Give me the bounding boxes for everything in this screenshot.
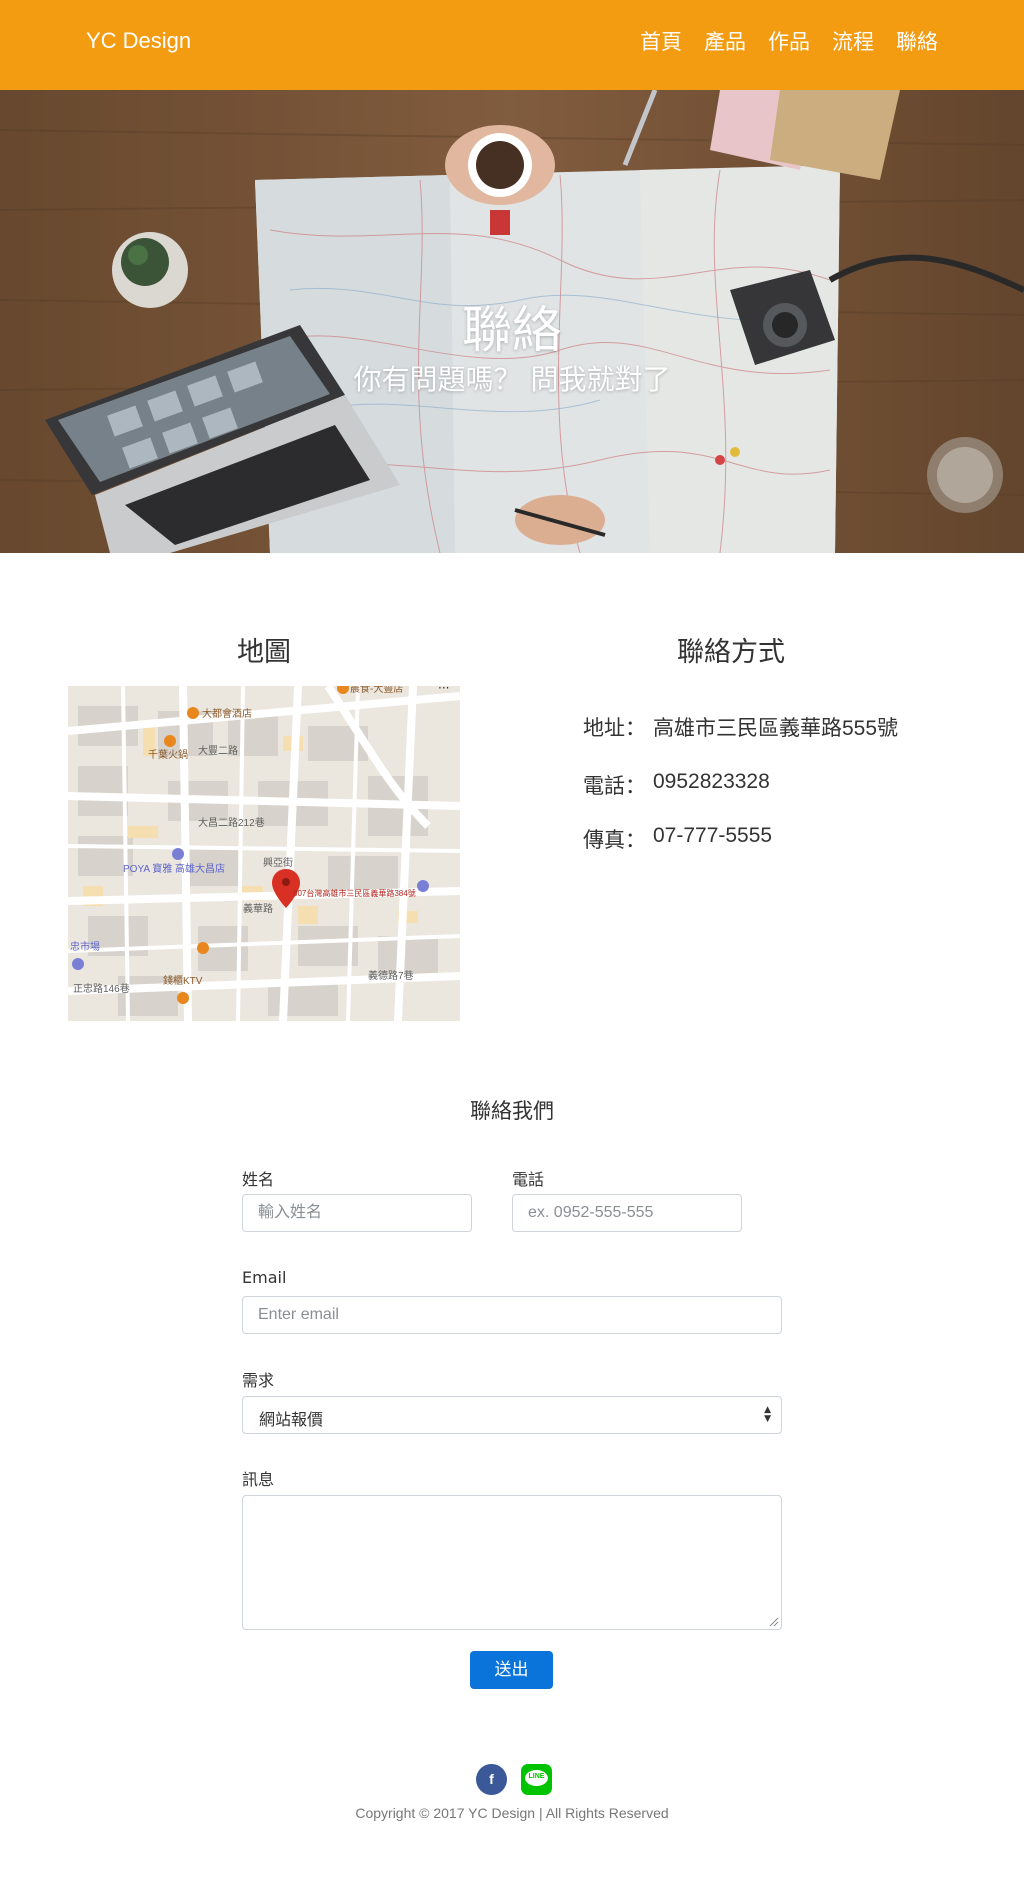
contact-address: 地址： 高雄市三民區義華路555號 [583,712,898,742]
google-map[interactable]: 大都會酒店 千葉火鍋 大豐二路 大昌二路212巷 POYA 寶雅 高雄大昌店 8… [68,686,460,1021]
map-label-address: 807台灣高雄市三民區義華路384號 [293,888,416,898]
map-label-yide: 義德路7巷 [368,969,414,982]
contact-address-value: 高雄市三民區義華路555號 [653,717,899,740]
phone-input[interactable] [512,1194,742,1232]
message-textarea[interactable] [242,1495,782,1630]
map-label-hotel: 大都會酒店 [202,707,252,720]
submit-button[interactable]: 送出 [470,1651,553,1689]
contact-address-key: 地址： [583,716,646,740]
map-section-title: 地圖 [237,637,291,668]
nav-link-home[interactable]: 首頁 [640,26,682,56]
map-canvas: 大都會酒店 千葉火鍋 大豐二路 大昌二路212巷 POYA 寶雅 高雄大昌店 8… [68,686,460,1021]
form-title: 聯絡我們 [470,1099,554,1123]
copyright: Copyright © 2017 YC Design | All Rights … [355,1805,669,1821]
email-label: Email [242,1268,287,1287]
need-select[interactable]: 網站報價 ▲ ▼ [242,1396,782,1434]
map-more-icon: ··· [438,686,449,695]
nav-link-process[interactable]: 流程 [832,26,874,56]
map-label-restaurant: 千葉火鍋 [148,748,188,761]
contact-phone: 電話： 0952823328 [583,770,770,800]
hero-title: 聯絡 [462,301,562,359]
map-label-ktv: 錢櫃KTV [163,974,203,987]
map-label-breakfast: 晨食-大豐店 [350,686,403,695]
map-label-zhengzhong: 正忠路146巷 [73,982,130,995]
map-label-lane: 大昌二路212巷 [198,816,265,829]
hero-banner: 聯絡 你有問題嗎？ 問我就對了 [0,90,1024,553]
resize-grip-icon[interactable] [769,1617,779,1627]
contact-phone-key: 電話： [583,774,646,798]
nav-links: 首頁 產品 作品 流程 聯絡 [640,26,938,56]
contact-fax-value: 07-777-5555 [653,824,773,847]
nav-link-products[interactable]: 產品 [704,26,746,56]
map-label-street: 興亞街 [263,856,293,869]
name-label: 姓名 [242,1170,275,1189]
navbar: YC Design 首頁 產品 作品 流程 聯絡 [0,0,1024,90]
facebook-icon[interactable]: f [476,1764,507,1795]
phone-label: 電話 [512,1170,545,1189]
nav-link-works[interactable]: 作品 [768,26,810,56]
map-label-market: 忠市場 [70,940,100,953]
map-label-road-yihua: 義華路 [243,902,273,915]
name-input[interactable] [242,1194,472,1232]
contact-section-title: 聯絡方式 [677,637,785,668]
nav-link-contact[interactable]: 聯絡 [896,26,938,56]
contact-fax: 傳真： 07-777-5555 [583,824,772,854]
need-label: 需求 [242,1371,275,1390]
select-arrows-icon: ▲ ▼ [764,1405,771,1424]
map-label-road-dafeng: 大豐二路 [198,744,238,757]
message-label: 訊息 [242,1470,275,1489]
line-icon-text: LINE [528,1773,545,1780]
contact-phone-value: 0952823328 [653,770,770,793]
map-label-poya: POYA 寶雅 高雄大昌店 [123,862,225,875]
brand-logo[interactable]: YC Design [86,28,191,54]
hero-subtitle: 你有問題嗎？ 問我就對了 [353,363,671,396]
need-select-value: 網站報價 [259,1410,324,1429]
email-input[interactable] [242,1296,782,1334]
line-icon[interactable]: LINE [521,1764,552,1795]
contact-fax-key: 傳真： [583,828,646,852]
